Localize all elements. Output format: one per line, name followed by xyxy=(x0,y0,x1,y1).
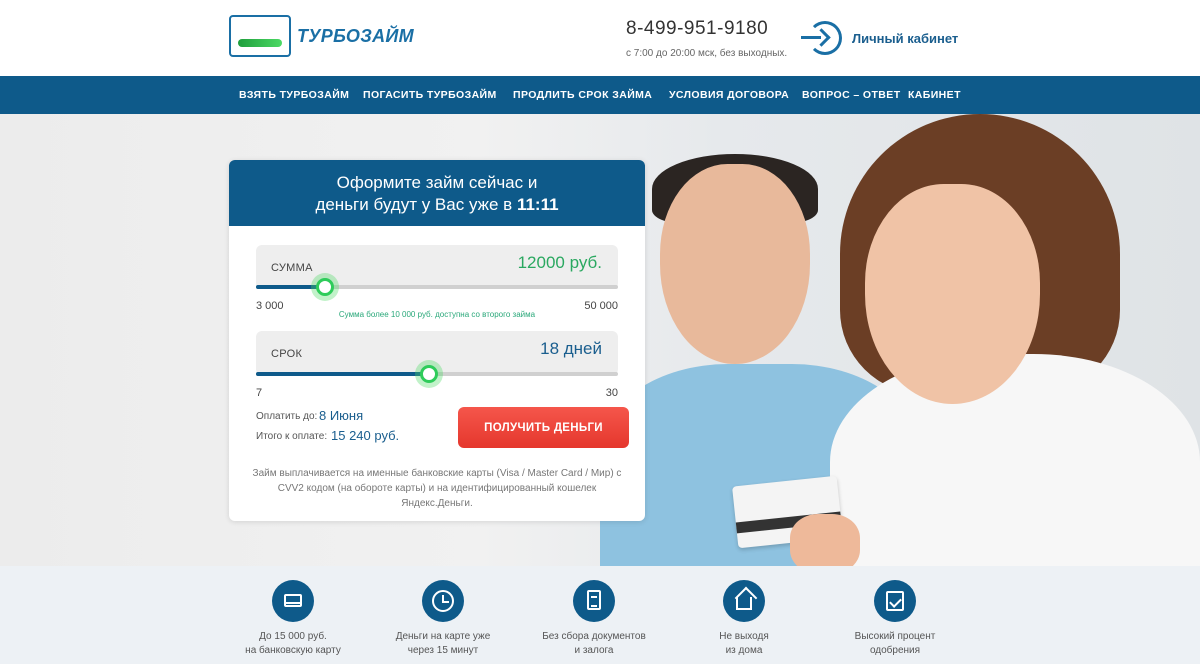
term-slider[interactable] xyxy=(256,360,618,388)
amount-display: СУММА 12000 руб. xyxy=(256,245,618,289)
pay-until-value: 8 Июня xyxy=(319,408,364,423)
clock-icon xyxy=(422,580,464,622)
main-nav: ВЗЯТЬ ТУРБОЗАЙМ ПОГАСИТЬ ТУРБОЗАЙМ ПРОДЛ… xyxy=(0,76,1200,114)
features-strip: До 15 000 руб. на банковскую карту Деньги… xyxy=(0,566,1200,664)
pay-until-label: Оплатить до: xyxy=(256,411,318,422)
amount-label: СУММА xyxy=(271,262,313,274)
payout-disclaimer: Займ выплачивается на именные банковские… xyxy=(252,468,622,509)
house-icon xyxy=(723,580,765,622)
loan-form: Оформите займ сейчас и деньги будут у Ва… xyxy=(229,160,645,521)
site-header: ТУРБОЗАЙМ 8-499-951-9180 с 7:00 до 20:00… xyxy=(0,0,1200,76)
nav-repay-loan[interactable]: ПОГАСИТЬ ТУРБОЗАЙМ xyxy=(363,76,497,114)
nav-contract-terms[interactable]: УСЛОВИЯ ДОГОВОРА xyxy=(669,76,789,114)
nav-take-loan[interactable]: ВЗЯТЬ ТУРБОЗАЙМ xyxy=(239,76,349,114)
term-label: СРОК xyxy=(271,348,303,360)
logo-text: ТУРБОЗАЙМ xyxy=(297,25,414,46)
amount-value: 12000 руб. xyxy=(517,253,602,272)
feature-item: Высокий процент одобрения xyxy=(815,580,975,658)
checklist-icon xyxy=(874,580,916,622)
loan-form-header: Оформите займ сейчас и деньги будут у Ва… xyxy=(229,160,645,226)
nav-faq[interactable]: ВОПРОС – ОТВЕТ xyxy=(802,76,901,114)
feature-item: Не выходя из дома xyxy=(664,580,824,658)
total-value: 15 240 руб. xyxy=(331,428,400,443)
form-title-line1: Оформите займ сейчас и xyxy=(336,173,538,192)
form-title-time: 11:11 xyxy=(516,195,559,214)
term-max: 30 xyxy=(605,387,618,399)
card-icon xyxy=(272,580,314,622)
amount-note: Сумма более 10 000 руб. доступна со втор… xyxy=(338,310,536,319)
working-hours: с 7:00 до 20:00 мск, без выходных. xyxy=(626,48,788,59)
hero-photo xyxy=(600,114,1200,566)
phone-number[interactable]: 8-499-951-9180 xyxy=(626,18,768,40)
form-title-line2: деньги будут у Вас уже в 11:11 xyxy=(315,195,559,214)
amount-slider-handle[interactable] xyxy=(311,273,340,301)
term-value: 18 дней xyxy=(540,339,602,358)
document-icon xyxy=(573,580,615,622)
nav-cabinet[interactable]: КАБИНЕТ xyxy=(908,76,961,114)
logo-card-icon xyxy=(229,15,291,57)
personal-cabinet-link[interactable]: Личный кабинет xyxy=(801,21,959,55)
amount-slider[interactable] xyxy=(256,273,618,301)
login-icon xyxy=(801,21,842,55)
logo[interactable]: ТУРБОЗАЙМ xyxy=(229,15,414,57)
feature-item: Без сбора документов и залога xyxy=(514,580,674,658)
term-min: 7 xyxy=(256,387,263,399)
total-label: Итого к оплате: xyxy=(256,431,328,442)
term-slider-handle[interactable] xyxy=(415,360,444,388)
feature-item: До 15 000 руб. на банковскую карту xyxy=(213,580,373,658)
term-slider-fill xyxy=(256,372,430,376)
feature-item: Деньги на карте уже через 15 минут xyxy=(363,580,523,658)
personal-cabinet-label: Личный кабинет xyxy=(852,30,959,46)
get-money-button[interactable]: ПОЛУЧИТЬ ДЕНЬГИ xyxy=(458,407,629,448)
nav-extend-loan[interactable]: ПРОДЛИТЬ СРОК ЗАЙМА xyxy=(513,76,652,114)
